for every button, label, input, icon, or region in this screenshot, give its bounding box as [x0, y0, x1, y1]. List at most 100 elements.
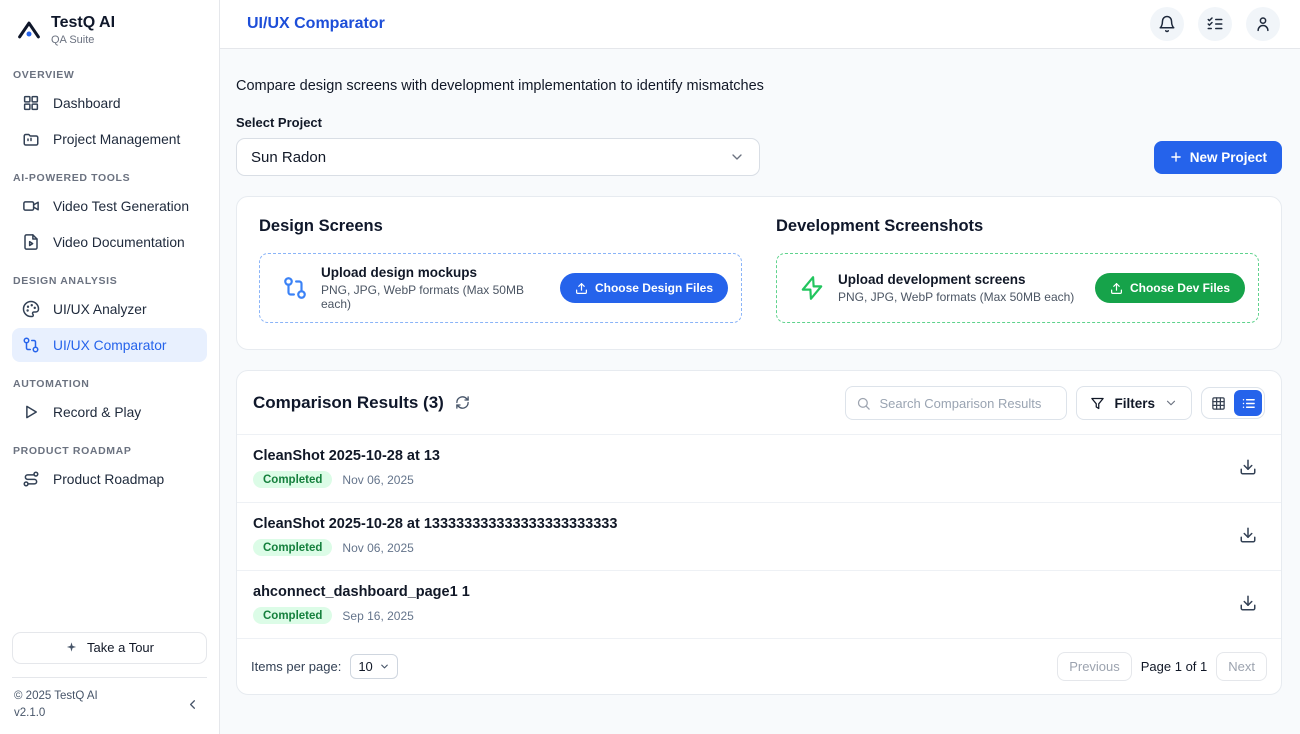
folder-icon — [22, 130, 40, 148]
sidebar-item-dashboard[interactable]: Dashboard — [12, 86, 207, 120]
grid-view-button[interactable] — [1204, 390, 1232, 416]
topbar-actions — [1150, 7, 1280, 41]
filters-label: Filters — [1114, 396, 1155, 411]
new-project-label: New Project — [1190, 150, 1267, 165]
brand-name: TestQ AI — [51, 13, 115, 33]
chevron-down-icon — [1164, 396, 1178, 410]
upload-icon — [575, 282, 588, 295]
sidebar-item-uiux-analyzer[interactable]: UI/UX Analyzer — [12, 292, 207, 326]
version-text: v2.1.0 — [14, 705, 98, 722]
sidebar-item-label: Dashboard — [53, 96, 121, 111]
choose-dev-files-button[interactable]: Choose Dev Files — [1095, 273, 1245, 303]
result-row: CleanShot 2025-10-28 at 13 Completed Nov… — [237, 434, 1281, 502]
grid-view-icon — [1211, 396, 1226, 411]
page-description: Compare design screens with development … — [236, 78, 1282, 94]
profile-button[interactable] — [1246, 7, 1280, 41]
topbar: UI/UX Comparator — [220, 0, 1300, 49]
sidebar-item-video-test-generation[interactable]: Video Test Generation — [12, 189, 207, 223]
chevron-left-icon — [185, 697, 200, 712]
dashboard-icon — [22, 94, 40, 112]
refresh-icon — [455, 395, 470, 410]
user-icon — [1254, 15, 1272, 33]
sidebar-item-label: UI/UX Comparator — [53, 338, 166, 353]
select-project-label: Select Project — [236, 115, 1282, 130]
take-a-tour-button[interactable]: Take a Tour — [12, 632, 207, 664]
route-icon — [22, 470, 40, 488]
sidebar-item-uiux-comparator[interactable]: UI/UX Comparator — [12, 328, 207, 362]
items-per-page-label: Items per page: — [251, 659, 341, 674]
bell-icon — [1158, 15, 1176, 33]
filters-button[interactable]: Filters — [1076, 386, 1192, 420]
results-footer: Items per page: 10 Previous Page 1 of 1 … — [237, 638, 1281, 694]
design-screens-column: Design Screens Upload design mockups PNG… — [259, 217, 742, 323]
result-row: ahconnect_dashboard_page1 1 Completed Se… — [237, 570, 1281, 638]
section-label-automation: AUTOMATION — [12, 378, 207, 390]
next-page-button[interactable]: Next — [1216, 652, 1267, 681]
dev-screenshots-column: Development Screenshots Upload developme… — [776, 217, 1259, 323]
sidebar-footer: © 2025 TestQ AI v2.1.0 — [12, 677, 207, 723]
tasks-button[interactable] — [1198, 7, 1232, 41]
previous-page-button[interactable]: Previous — [1057, 652, 1132, 681]
project-select[interactable]: Sun Radon — [236, 138, 760, 176]
section-label-design-analysis: DESIGN ANALYSIS — [12, 275, 207, 287]
sidebar-item-project-management[interactable]: Project Management — [12, 122, 207, 156]
sidebar-item-video-documentation[interactable]: Video Documentation — [12, 225, 207, 259]
content: Compare design screens with development … — [220, 49, 1300, 734]
search-icon — [856, 396, 871, 411]
refresh-button[interactable] — [455, 395, 471, 411]
list-view-button[interactable] — [1234, 390, 1262, 416]
choose-dev-files-label: Choose Dev Files — [1130, 281, 1230, 295]
search-box — [845, 386, 1067, 420]
dev-upload-title: Upload development screens — [838, 272, 1074, 287]
view-toggle — [1201, 387, 1265, 419]
notifications-button[interactable] — [1150, 7, 1184, 41]
items-per-page: Items per page: 10 — [251, 654, 398, 679]
design-dropzone[interactable]: Upload design mockups PNG, JPG, WebP for… — [259, 253, 742, 323]
brand: TestQ AI QA Suite — [12, 13, 207, 46]
sidebar-item-product-roadmap[interactable]: Product Roadmap — [12, 462, 207, 496]
page-info: Page 1 of 1 — [1141, 659, 1208, 674]
result-date: Sep 16, 2025 — [342, 609, 413, 623]
search-input[interactable] — [879, 396, 1056, 411]
design-upload-title: Upload design mockups — [321, 265, 547, 280]
items-per-page-value: 10 — [358, 659, 372, 674]
new-project-button[interactable]: New Project — [1154, 141, 1282, 174]
dev-dropzone[interactable]: Upload development screens PNG, JPG, Web… — [776, 253, 1259, 323]
uploads-card: Design Screens Upload design mockups PNG… — [236, 196, 1282, 350]
palette-icon — [22, 300, 40, 318]
result-title: CleanShot 2025-10-28 at 13 — [253, 448, 440, 464]
result-row: CleanShot 2025-10-28 at 1333333333333333… — [237, 502, 1281, 570]
take-a-tour-label: Take a Tour — [87, 640, 154, 655]
funnel-icon — [1090, 396, 1105, 411]
result-date: Nov 06, 2025 — [342, 473, 413, 487]
section-label-product-roadmap: PRODUCT ROADMAP — [12, 445, 207, 457]
selected-project-value: Sun Radon — [251, 149, 326, 166]
status-badge: Completed — [253, 471, 332, 488]
choose-design-files-button[interactable]: Choose Design Files — [560, 273, 728, 303]
download-button[interactable] — [1239, 594, 1259, 614]
items-per-page-select[interactable]: 10 — [350, 654, 397, 679]
plus-icon — [1169, 150, 1183, 164]
section-label-ai-tools: AI-POWERED TOOLS — [12, 172, 207, 184]
list-view-icon — [1241, 396, 1256, 411]
download-button[interactable] — [1239, 526, 1259, 546]
play-icon — [22, 403, 40, 421]
sidebar-item-label: Product Roadmap — [53, 472, 164, 487]
sidebar-collapse-button[interactable] — [185, 695, 205, 715]
sidebar-item-label: Record & Play — [53, 405, 141, 420]
brand-logo-icon — [14, 15, 44, 45]
list-checks-icon — [1206, 15, 1224, 33]
status-badge: Completed — [253, 607, 332, 624]
zap-icon — [799, 275, 825, 301]
sidebar-item-record-play[interactable]: Record & Play — [12, 395, 207, 429]
result-title: ahconnect_dashboard_page1 1 — [253, 584, 470, 600]
download-button[interactable] — [1239, 458, 1259, 478]
upload-icon — [1110, 282, 1123, 295]
video-camera-icon — [22, 197, 40, 215]
copyright-text: © 2025 TestQ AI — [14, 688, 98, 705]
main-area: UI/UX Comparator Compare design screens … — [220, 0, 1300, 734]
comparison-results-card: Comparison Results (3) — [236, 370, 1282, 695]
result-title: CleanShot 2025-10-28 at 1333333333333333… — [253, 516, 617, 532]
git-compare-icon — [282, 275, 308, 301]
project-row: Sun Radon New Project — [236, 138, 1282, 176]
